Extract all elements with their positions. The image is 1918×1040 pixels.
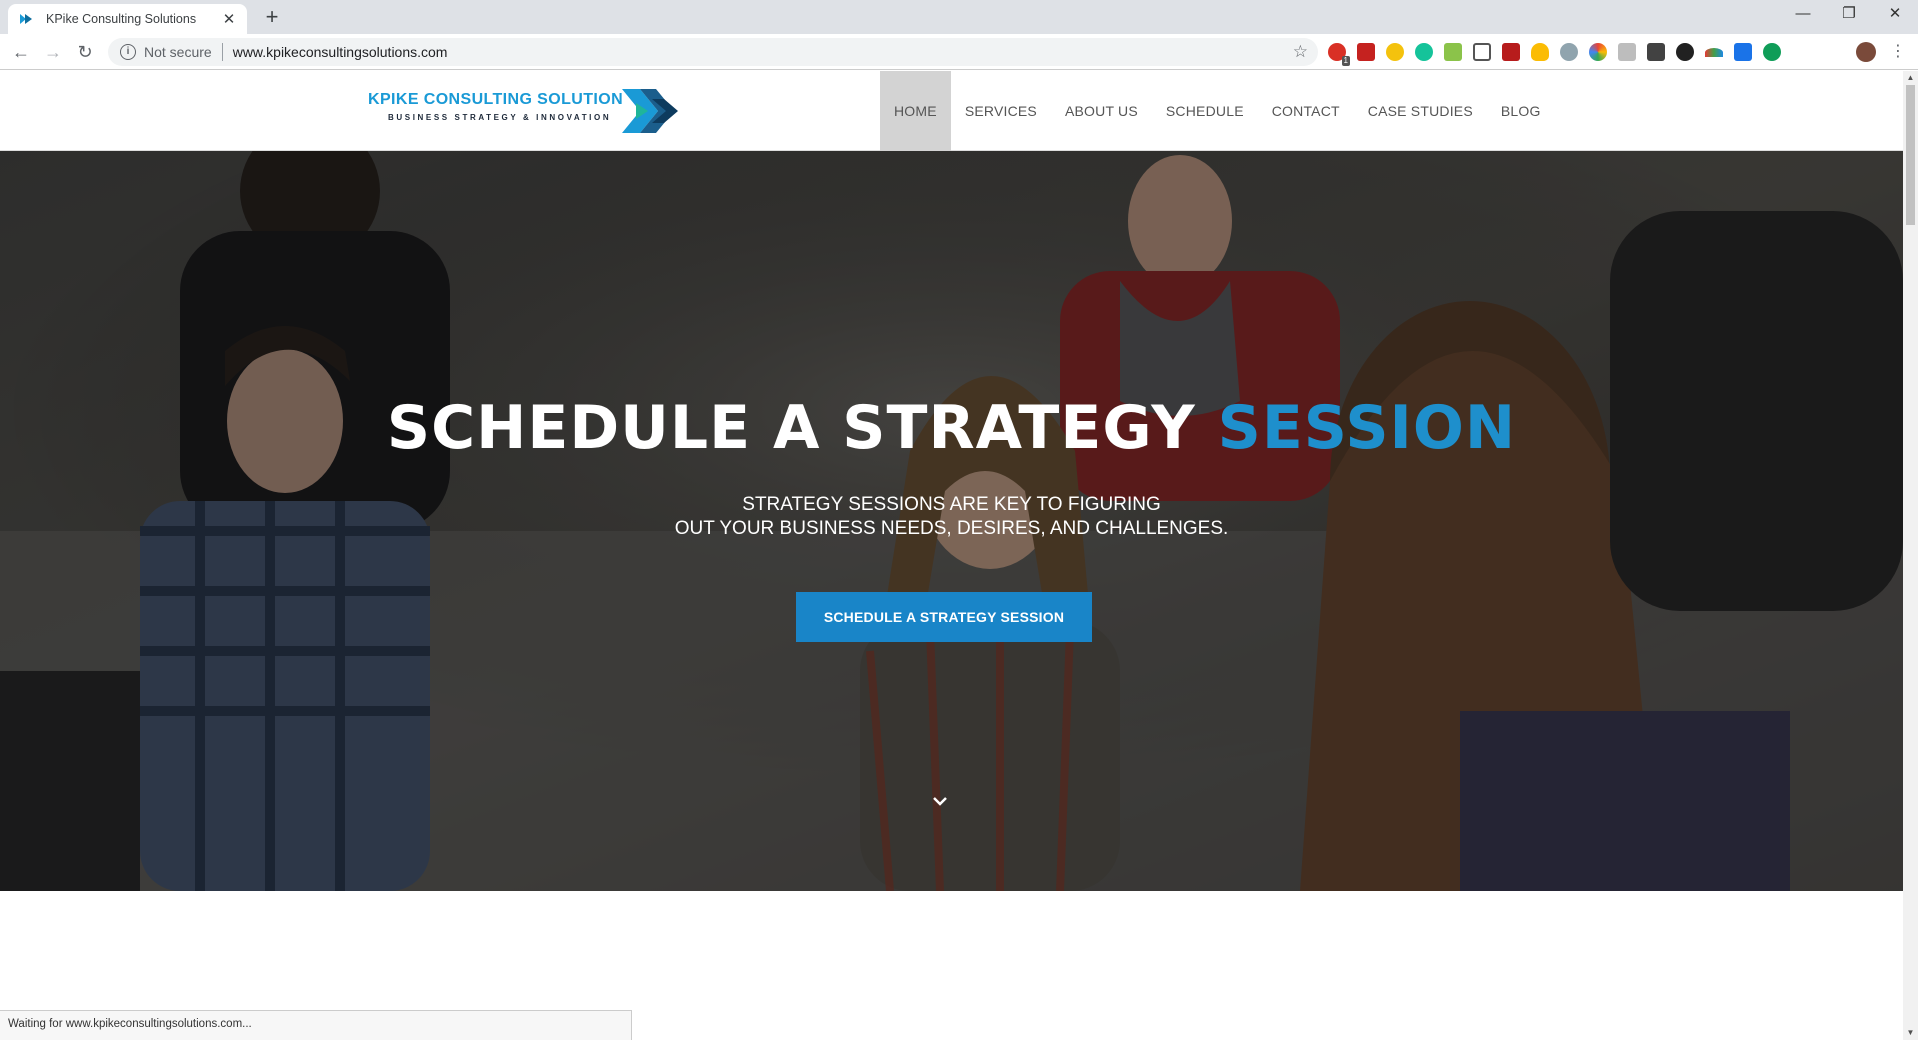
extension-13-icon[interactable]: [1676, 43, 1694, 61]
back-arrow-icon[interactable]: ←: [8, 39, 34, 65]
logo-name: KPIKE CONSULTING SOLUTION: [368, 91, 624, 108]
hero-section: SCHEDULE A STRATEGY SESSION STRATEGY SES…: [0, 151, 1903, 891]
main-nav: HOME SERVICES ABOUT US SCHEDULE CONTACT …: [880, 71, 1555, 151]
nav-services[interactable]: SERVICES: [951, 71, 1051, 151]
reload-icon[interactable]: ↻: [72, 39, 98, 65]
tab-title: KPike Consulting Solutions: [46, 12, 197, 26]
extension-6-icon[interactable]: [1473, 43, 1491, 61]
hero-subtitle: STRATEGY SESSIONS ARE KEY TO FIGURING OU…: [0, 493, 1903, 541]
site-logo[interactable]: KPIKE CONSULTING SOLUTION BUSINESS STRAT…: [368, 85, 688, 137]
nav-blog[interactable]: BLOG: [1487, 71, 1555, 151]
hero-subtitle-line-1: STRATEGY SESSIONS ARE KEY TO FIGURING: [742, 494, 1161, 515]
scroll-down-arrow-icon[interactable]: ▼: [1903, 1026, 1918, 1040]
url-text[interactable]: www.kpikeconsultingsolutions.com: [233, 44, 1293, 60]
site-header: KPIKE CONSULTING SOLUTION BUSINESS STRAT…: [0, 71, 1903, 151]
hero-title-main: SCHEDULE A STRATEGY: [386, 393, 1218, 463]
browser-menu-icon[interactable]: ⋮: [1890, 42, 1906, 62]
extensions-bar: 1: [1328, 42, 1781, 66]
extension-14-icon[interactable]: [1705, 47, 1723, 57]
nav-home[interactable]: HOME: [880, 71, 951, 151]
omnibox-divider: [221, 43, 223, 61]
extension-1-icon[interactable]: 1: [1328, 43, 1350, 66]
lightbulb-icon[interactable]: [1531, 43, 1549, 61]
extension-7-icon[interactable]: [1502, 43, 1520, 61]
browser-toolbar: ← → ↻ i Not secure www.kpikeconsultingso…: [0, 34, 1918, 70]
chevron-down-icon[interactable]: [930, 791, 950, 811]
restore-button[interactable]: ❐: [1826, 0, 1872, 30]
logo-arrow-icon: [622, 89, 678, 133]
grammarly-icon[interactable]: [1415, 43, 1433, 61]
profile-avatar[interactable]: [1856, 42, 1876, 62]
tab-close-icon[interactable]: ✕: [221, 10, 237, 28]
hero-title-accent: SESSION: [1217, 393, 1517, 463]
extension-11-icon[interactable]: [1618, 43, 1636, 61]
extension-16-icon[interactable]: [1763, 43, 1781, 61]
browser-tab[interactable]: KPike Consulting Solutions ✕: [8, 4, 247, 34]
browser-tabstrip: KPike Consulting Solutions ✕ + — ❐ ✕: [0, 0, 1918, 34]
hashtag-icon[interactable]: [1734, 43, 1752, 61]
scroll-up-arrow-icon[interactable]: ▲: [1903, 71, 1918, 85]
hero-title: SCHEDULE A STRATEGY SESSION: [0, 393, 1903, 463]
address-bar[interactable]: i Not secure www.kpikeconsultingsolution…: [108, 38, 1318, 66]
hero-content: SCHEDULE A STRATEGY SESSION STRATEGY SES…: [0, 151, 1903, 891]
extension-2-icon[interactable]: [1357, 43, 1375, 61]
site-favicon-icon: [20, 14, 32, 24]
eye-icon[interactable]: [1560, 43, 1578, 61]
new-tab-button[interactable]: +: [260, 6, 284, 30]
extension-badge: 1: [1341, 56, 1350, 66]
page-scrollbar[interactable]: ▲ ▼: [1903, 71, 1918, 1040]
close-window-button[interactable]: ✕: [1872, 0, 1918, 30]
status-bar: Waiting for www.kpikeconsultingsolutions…: [0, 1010, 632, 1040]
extension-5-icon[interactable]: [1444, 43, 1462, 61]
extension-3-icon[interactable]: [1386, 43, 1404, 61]
nav-contact[interactable]: CONTACT: [1258, 71, 1354, 151]
logo-tagline: BUSINESS STRATEGY & INNOVATION: [388, 113, 612, 122]
color-picker-icon[interactable]: [1589, 43, 1607, 61]
forward-arrow-icon[interactable]: →: [40, 39, 66, 65]
nav-case-studies[interactable]: CASE STUDIES: [1354, 71, 1487, 151]
info-icon[interactable]: i: [120, 44, 136, 60]
bookmark-star-icon[interactable]: ☆: [1293, 42, 1308, 62]
scrollbar-thumb[interactable]: [1906, 85, 1915, 225]
page-viewport: KPIKE CONSULTING SOLUTION BUSINESS STRAT…: [0, 71, 1903, 1040]
nav-schedule[interactable]: SCHEDULE: [1152, 71, 1258, 151]
schedule-session-button[interactable]: SCHEDULE A STRATEGY SESSION: [796, 592, 1092, 642]
minimize-button[interactable]: —: [1780, 0, 1826, 30]
extension-12-icon[interactable]: [1647, 43, 1665, 61]
nav-about-us[interactable]: ABOUT US: [1051, 71, 1152, 151]
hero-subtitle-line-2: OUT YOUR BUSINESS NEEDS, DESIRES, AND CH…: [674, 518, 1229, 539]
security-label: Not secure: [144, 44, 212, 60]
